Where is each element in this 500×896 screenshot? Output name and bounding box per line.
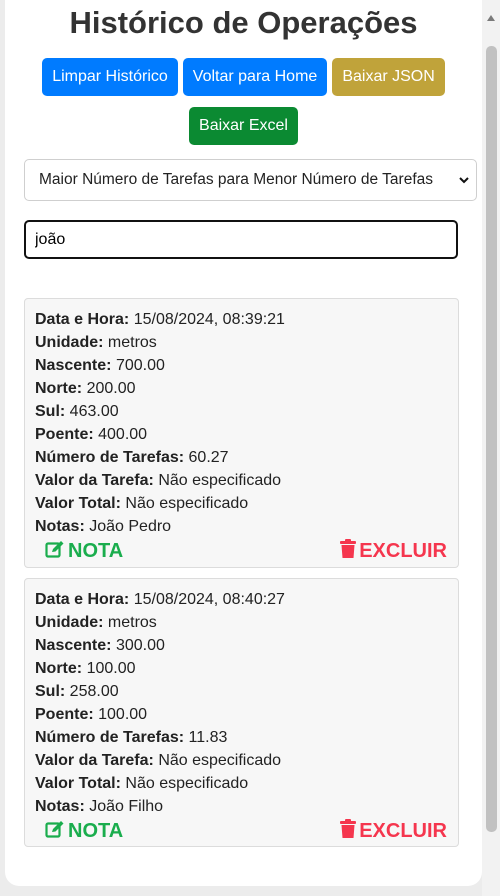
back-home-button[interactable]: Voltar para Home — [182, 58, 328, 96]
trash-icon — [340, 819, 357, 844]
record-north: Norte: 100.00 — [35, 660, 136, 677]
action-buttons: Limpar Histórico Voltar para Home Baixar… — [5, 58, 482, 96]
record-task-value: Valor da Tarefa: Não especificado — [35, 472, 282, 489]
delete-label: EXCLUIR — [359, 820, 447, 842]
edit-icon — [45, 540, 65, 564]
page-title: Histórico de Operações — [69, 5, 418, 40]
record-date: Data e Hora: 15/08/2024, 08:40:27 — [35, 591, 285, 608]
search-input[interactable] — [24, 220, 458, 259]
edit-icon — [45, 820, 65, 844]
download-excel-button[interactable]: Baixar Excel — [189, 107, 298, 145]
page-container: Histórico de Operações Limpar Histórico … — [5, 0, 482, 886]
record-actions: NOTA EXCLUIR — [35, 539, 448, 564]
record-unit: Unidade: metros — [35, 614, 157, 631]
record-west: Poente: 400.00 — [35, 426, 148, 443]
delete-label: EXCLUIR — [359, 540, 447, 562]
record-east: Nascente: 700.00 — [35, 357, 165, 374]
scroll-up-icon[interactable] — [487, 8, 495, 26]
note-button[interactable]: NOTA — [45, 820, 123, 844]
record-date: Data e Hora: 15/08/2024, 08:39:21 — [35, 311, 285, 328]
record-task-value: Valor da Tarefa: Não especificado — [35, 752, 282, 769]
history-record: Data e Hora: 15/08/2024, 08:39:21 Unidad… — [24, 298, 459, 568]
record-total: Valor Total: Não especificado — [35, 775, 249, 792]
note-label: NOTA — [68, 820, 124, 842]
record-unit: Unidade: metros — [35, 334, 157, 351]
clear-history-button[interactable]: Limpar Histórico — [42, 58, 178, 96]
sort-select-value: Maior Número de Tarefas para Menor Númer… — [39, 171, 434, 188]
note-button[interactable]: NOTA — [45, 540, 123, 564]
record-tasks: Número de Tarefas: 11.83 — [35, 729, 228, 746]
record-north: Norte: 200.00 — [35, 380, 136, 397]
record-actions: NOTA EXCLUIR — [35, 819, 448, 844]
record-total: Valor Total: Não especificado — [35, 495, 249, 512]
record-south: Sul: 258.00 — [35, 683, 119, 700]
record-west: Poente: 100.00 — [35, 706, 148, 723]
record-east: Nascente: 300.00 — [35, 637, 165, 654]
note-label: NOTA — [68, 540, 124, 562]
trash-icon — [340, 539, 357, 564]
scrollbar-thumb[interactable] — [486, 46, 497, 832]
sort-select[interactable]: Maior Número de Tarefas para Menor Númer… — [24, 159, 477, 201]
scrollbar[interactable] — [482, 0, 500, 896]
action-buttons-row-2: Baixar Excel — [5, 107, 482, 145]
delete-button[interactable]: EXCLUIR — [340, 539, 447, 564]
download-json-button[interactable]: Baixar JSON — [332, 58, 445, 96]
record-notes: Notas: João Filho — [35, 798, 164, 815]
record-notes: Notas: João Pedro — [35, 518, 172, 535]
history-record: Data e Hora: 15/08/2024, 08:40:27 Unidad… — [24, 578, 459, 847]
record-tasks: Número de Tarefas: 60.27 — [35, 449, 229, 466]
record-south: Sul: 463.00 — [35, 403, 119, 420]
delete-button[interactable]: EXCLUIR — [340, 819, 447, 844]
chevron-down-icon — [458, 173, 470, 191]
